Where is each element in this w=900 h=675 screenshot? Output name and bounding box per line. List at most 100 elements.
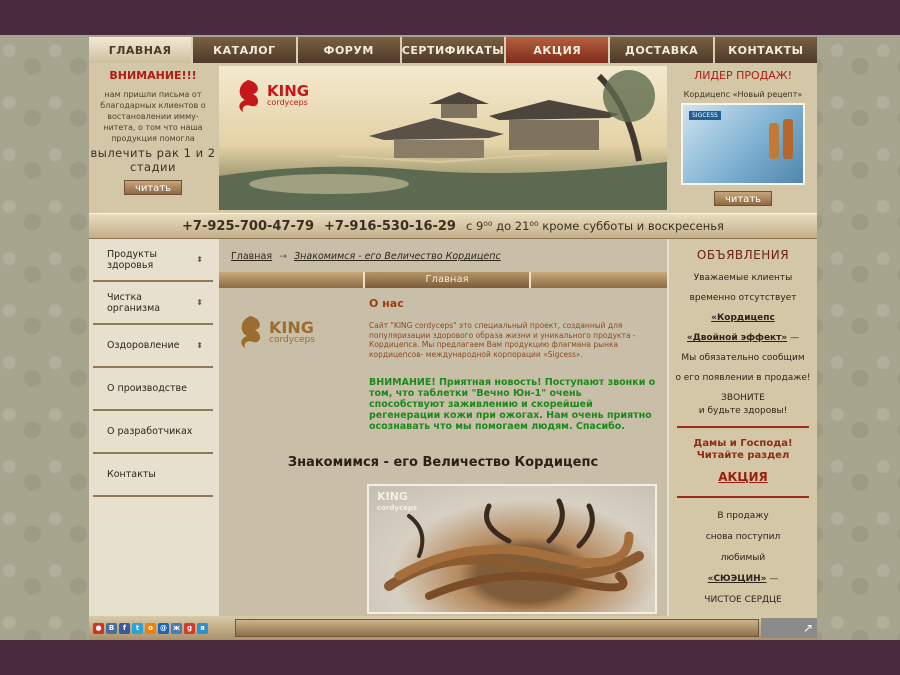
sidebar-item-production[interactable]: О производстве xyxy=(93,368,213,411)
odnoklassniki-icon[interactable]: о xyxy=(145,622,156,634)
promo-notice: Дамы и Господа! xyxy=(693,438,793,449)
sale-text: В продажу xyxy=(717,511,769,521)
alert-box: ВНИМАНИЕ!!! нам пришли письма от благода… xyxy=(89,63,217,213)
page: ГЛАВНАЯ КАТАЛОГ ФОРУМ СЕРТИФИКАТЫ АКЦИЯ … xyxy=(89,37,817,640)
phone-number-2[interactable]: +7-916-530-16-29 xyxy=(324,219,456,234)
expand-arrows-icon: ⬍ xyxy=(196,255,203,264)
nav-contacts[interactable]: КОНТАКТЫ xyxy=(714,37,817,63)
vk-icon[interactable]: В xyxy=(106,622,117,634)
mailru-icon[interactable]: @ xyxy=(158,622,169,634)
header-banner: KING cordyceps xyxy=(219,66,667,210)
alert-read-button[interactable]: читать xyxy=(124,180,182,195)
section-bar-right xyxy=(531,272,667,288)
expand-arrows-icon: ⬍ xyxy=(196,341,203,350)
share-icon[interactable]: ● xyxy=(93,622,104,634)
breadcrumb-current-link[interactable]: Знакомимся - его Величество Кордицепс xyxy=(294,251,501,262)
announcement-text: — xyxy=(787,333,800,343)
promo-link[interactable]: АКЦИЯ xyxy=(669,470,817,484)
banner-logo-text: KING xyxy=(267,82,310,100)
about-logo-text: KING xyxy=(269,317,314,337)
breadcrumb-home-link[interactable]: Главная xyxy=(231,251,272,262)
sidebar-item-health-products[interactable]: Продукты здоровья ⬍ xyxy=(93,239,213,282)
phone-bar: +7-925-700-47-79 +7-916-530-16-29 с 9⁰⁰ … xyxy=(89,213,817,239)
about-logo: KING cordyceps xyxy=(235,314,315,350)
product-link-syuetsin[interactable]: «СЮЭЦИН» xyxy=(708,574,767,584)
call-text: ЗВОНИТЕ xyxy=(721,393,765,403)
divider xyxy=(677,496,809,498)
about-logo-subtext: cordyceps xyxy=(269,334,315,345)
sidebar-item-contacts[interactable]: Контакты xyxy=(93,454,213,497)
alert-title: ВНИМАНИЕ!!! xyxy=(109,69,197,82)
share-icons: ● В f t о @ ж g я xyxy=(89,622,235,634)
bestseller-box: ЛИДЕР ПРОДАЖ! Кордицепс «Новый рецепт» S… xyxy=(669,63,817,213)
nav-catalog[interactable]: КАТАЛОГ xyxy=(193,37,298,63)
sidebar-item-label: Контакты xyxy=(107,469,156,480)
top-nav: ГЛАВНАЯ КАТАЛОГ ФОРУМ СЕРТИФИКАТЫ АКЦИЯ … xyxy=(89,37,817,63)
banner-logo[interactable]: KING cordyceps xyxy=(233,78,309,114)
working-hours: с 9⁰⁰ до 21⁰⁰ кроме субботы и воскресень… xyxy=(465,219,724,233)
section-bar-left xyxy=(219,272,363,288)
promo-notice: Читайте раздел xyxy=(696,450,790,461)
left-sidebar: Продукты здоровья ⬍ Чистка организма ⬍ О… xyxy=(89,239,217,640)
alert-text: нам пришли письма от благодарных клиенто… xyxy=(100,90,206,143)
yaru-icon[interactable]: я xyxy=(197,622,208,634)
sidebar-item-developers[interactable]: О разработчиках xyxy=(93,411,213,454)
about-text: Сайт "KING cordyceps" это специальный пр… xyxy=(369,321,636,359)
product-bottle xyxy=(783,119,793,159)
breadcrumb-arrow-icon: → xyxy=(279,251,288,262)
sidebar-item-label: Оздоровление xyxy=(107,340,180,351)
article-heading: Знакомимся - его Величество Кордицепс xyxy=(287,455,599,470)
horizontal-scrollbar[interactable] xyxy=(235,619,759,637)
dragon-logo-icon xyxy=(241,316,261,348)
about-title: О нас xyxy=(369,297,404,310)
announcement-text: Уважаемые клиенты xyxy=(693,273,793,283)
sale-text: снова поступил xyxy=(705,532,781,542)
announcements-title: ОБЪЯВЛЕНИЯ xyxy=(696,248,790,262)
product-bottle xyxy=(769,123,779,159)
expand-corner-icon[interactable]: ↗ xyxy=(761,618,817,638)
bestseller-subtitle: Кордицепс «Новый рецепт» xyxy=(683,90,803,99)
nav-promo[interactable]: АКЦИЯ xyxy=(506,37,611,63)
news-notice: ВНИМАНИЕ! Приятная новость! Поступают зв… xyxy=(369,377,656,432)
bestseller-read-button[interactable]: читать xyxy=(714,191,772,206)
bottom-bar: ● В f t о @ ж g я ↗ xyxy=(89,616,817,640)
section-bar-title: Главная xyxy=(363,272,531,288)
announcements-column: ОБЪЯВЛЕНИЯ Уважаемые клиенты временно от… xyxy=(669,239,817,616)
twitter-icon[interactable]: t xyxy=(132,622,143,634)
announcement-text: временно отсутствует xyxy=(689,293,797,303)
breadcrumb: Главная → Знакомимся - его Величество Ко… xyxy=(231,251,501,262)
nav-certificates[interactable]: СЕРТИФИКАТЫ xyxy=(401,37,507,63)
sidebar-item-label: О производстве xyxy=(107,383,187,394)
sale-text: — xyxy=(766,574,779,584)
alert-highlight: вылечить рак 1 и 2 стадии xyxy=(90,146,216,174)
divider xyxy=(677,426,809,428)
nav-forum[interactable]: ФОРУМ xyxy=(297,37,402,63)
nav-delivery[interactable]: ДОСТАВКА xyxy=(610,37,715,63)
header: ВНИМАНИЕ!!! нам пришли письма от благода… xyxy=(89,63,817,213)
announcement-text: Мы обязательно сообщим xyxy=(681,353,805,363)
sidebar-item-label: Чистка организма xyxy=(107,291,161,314)
livejournal-icon[interactable]: ж xyxy=(171,622,182,634)
photo-watermark-logo: KING cordyceps xyxy=(377,490,418,512)
sidebar-item-label: О разработчиках xyxy=(107,426,193,437)
product-link-cordyceps[interactable]: «Кордицепс xyxy=(669,308,817,328)
google-plus-icon[interactable]: g xyxy=(184,622,195,634)
banner-logo-subtext: cordyceps xyxy=(267,98,308,107)
nav-home[interactable]: ГЛАВНАЯ xyxy=(89,37,194,63)
expand-arrows-icon: ⬍ xyxy=(196,298,203,307)
facebook-icon[interactable]: f xyxy=(119,622,130,634)
bestseller-title: ЛИДЕР ПРОДАЖ! xyxy=(693,69,793,82)
announcement-text: о его появлении в продаже! xyxy=(675,373,811,383)
sale-text: любимый xyxy=(720,553,766,563)
section-bar: Главная xyxy=(219,272,667,288)
sidebar-item-label: Продукты здоровья xyxy=(107,248,157,271)
main-content: Главная → Знакомимся - его Величество Ко… xyxy=(219,239,667,616)
bestseller-product-image[interactable]: SIGCESS xyxy=(681,103,805,185)
sidebar-item-cleansing[interactable]: Чистка организма ⬍ xyxy=(93,282,213,325)
health-text: и будьте здоровы! xyxy=(698,406,788,416)
dragon-logo-icon xyxy=(239,80,259,112)
cordyceps-photo[interactable]: KING cordyceps xyxy=(367,484,657,614)
sidebar-item-wellness[interactable]: Оздоровление ⬍ xyxy=(93,325,213,368)
phone-number-1[interactable]: +7-925-700-47-79 xyxy=(182,219,314,234)
product-link-double-effect[interactable]: «Двойной эффект» xyxy=(687,333,787,343)
